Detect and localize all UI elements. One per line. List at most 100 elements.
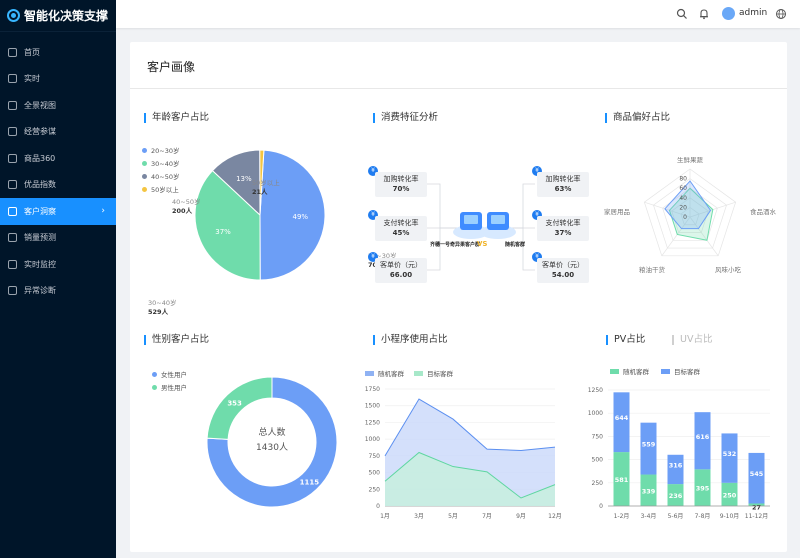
pref-radar-chart: 生鲜果蔬食品酒水风味小吃 粮油干货 家居用品 80 60 40 20 0 — [604, 157, 777, 274]
legend-item[interactable]: 目标客群 — [661, 366, 700, 376]
logo-icon — [7, 9, 20, 22]
x-tick-label: 7-8月 — [695, 513, 711, 520]
sidebar-item-4[interactable]: 商品360 — [0, 145, 116, 172]
legend-swatch — [610, 368, 619, 374]
legend-item[interactable]: 随机客群 — [365, 368, 404, 378]
pie-pct-label: 49% — [293, 213, 309, 221]
sidebar: 智能化决策支撑 首页实时全景视图经营参谋商品360 优品指数 客户洞察 › 销量预测实时… — [0, 0, 116, 558]
section-title-pref: 商品偏好占比 — [605, 113, 670, 123]
legend-swatch — [661, 368, 670, 374]
bar-value-label: 545 — [750, 470, 764, 478]
sidebar-item-label: 实时 — [24, 74, 40, 84]
sidebar-menu: 首页实时全景视图经营参谋商品360 优品指数 客户洞察 › 销量预测实时监控异常诊断 — [0, 39, 116, 304]
x-tick-label: 11-12月 — [745, 513, 768, 520]
legend-item[interactable]: 女性用户 — [152, 369, 187, 379]
bar-value-label: 532 — [723, 450, 737, 458]
sidebar-item-label: 异常诊断 — [24, 286, 56, 296]
tab-uv[interactable]: UV占比 — [672, 335, 712, 345]
sidebar-item-1[interactable]: 实时 — [0, 66, 116, 93]
sidebar-item-5[interactable]: 优品指数 — [0, 172, 116, 199]
y-tick-label: 1500 — [365, 403, 380, 410]
menu-icon — [8, 74, 17, 84]
x-tick-label: 3月 — [414, 513, 424, 520]
globe-icon[interactable] — [775, 8, 787, 20]
radar-tick: 60 — [679, 185, 687, 192]
pv-legend: 随机客群 目标客群 — [610, 366, 700, 379]
pie-outer-label: 40~50岁 — [172, 197, 201, 206]
legend-item[interactable]: 随机客群 — [610, 366, 649, 376]
bar-value-label: 250 — [723, 491, 737, 499]
bar-value-label: 644 — [615, 414, 629, 422]
radar-axis-label: 风味小吃 — [715, 265, 742, 274]
legend-dot — [142, 147, 147, 153]
donut-center-label: 总人数 — [258, 426, 285, 438]
right-group-icon-cube-top — [491, 215, 505, 224]
consume-comparison: ¥ 加购转化率 70% ¥ 支付转化率 45% ¥ 客单价（元） 66.00 ¥ 加购转化率 63% ¥… — [365, 160, 590, 300]
x-tick-label: 1-2月 — [614, 513, 630, 520]
age-pie-chart: 49%37%13%20~30岁701人30~40岁529人40~50岁200人5… — [148, 149, 397, 316]
x-tick-label: 7月 — [482, 513, 492, 520]
bar-value-label: 395 — [696, 485, 710, 493]
x-tick-label: 12月 — [548, 513, 562, 520]
legend-item[interactable]: 男性用户 — [152, 382, 187, 392]
legend-label: 男性用户 — [161, 384, 187, 392]
main-content: 客户画像 年龄客户占比 20~30岁 30~40岁 40~50岁 50岁以上 49% 3… — [130, 42, 787, 552]
x-tick-label: 9-10月 — [720, 513, 740, 520]
legend-item[interactable]: 目标客群 — [414, 368, 453, 378]
legend-label: 随机客群 — [378, 370, 404, 378]
bell-icon[interactable] — [698, 8, 710, 20]
connector-line — [510, 183, 535, 229]
pie-outer-count: 21人 — [252, 187, 268, 196]
sidebar-item-2[interactable]: 全景视图 — [0, 92, 116, 119]
gender-legend: 女性用户男性用户 — [152, 369, 187, 395]
y-tick-label: 1000 — [588, 410, 603, 417]
miniprog-area-chart: 0 250 500 750 1000 1250 1500 1750 1月 3月 5月 7月 9月 12月 — [365, 386, 562, 520]
avatar[interactable] — [722, 7, 735, 20]
sidebar-item-6[interactable]: 客户洞察 › — [0, 198, 116, 225]
app-logo[interactable]: 智能化决策支撑 — [0, 0, 116, 32]
top-header: admin — [116, 0, 800, 28]
pie-outer-label: 30~40岁 — [148, 298, 177, 307]
legend-dot — [142, 173, 147, 179]
y-tick-label: 1250 — [365, 419, 380, 426]
pie-pct-label: 13% — [236, 175, 252, 183]
legend-label: 目标客群 — [674, 368, 700, 376]
legend-swatch — [365, 370, 374, 376]
sidebar-item-label: 客户洞察 — [24, 206, 56, 216]
pv-bar-chart: 0 250 500 750 1000 1250 581 644 1-2月 339 559 3-4月 23… — [588, 387, 770, 520]
sidebar-item-label: 商品360 — [24, 153, 56, 163]
sidebar-item-label: 经营参谋 — [24, 127, 56, 137]
username[interactable]: admin — [739, 8, 767, 18]
legend-dot — [152, 384, 157, 390]
section-title-age: 年龄客户占比 — [144, 113, 209, 123]
sidebar-item-9[interactable]: 异常诊断 — [0, 278, 116, 305]
sidebar-item-3[interactable]: 经营参谋 — [0, 119, 116, 146]
divider — [130, 88, 787, 89]
tab-pv[interactable]: PV占比 — [606, 335, 645, 345]
y-tick-label: 0 — [599, 503, 603, 510]
y-tick-label: 500 — [592, 457, 604, 464]
radar-tick: 40 — [679, 195, 687, 202]
menu-icon — [8, 286, 17, 296]
bar-value-label: 581 — [615, 476, 629, 484]
y-tick-label: 250 — [369, 486, 381, 493]
radar-axis-label: 家居用品 — [604, 207, 630, 216]
y-tick-label: 1750 — [365, 386, 380, 393]
menu-icon — [8, 127, 17, 137]
sidebar-item-label: 全景视图 — [24, 100, 56, 110]
sidebar-item-7[interactable]: 销量预测 — [0, 225, 116, 252]
bar-value-label: 27 — [752, 503, 761, 511]
y-tick-label: 1250 — [588, 387, 603, 394]
legend-label: 随机客群 — [623, 368, 649, 376]
sidebar-item-label: 首页 — [24, 47, 40, 57]
radar-tick: 0 — [683, 214, 687, 221]
section-title-consume: 消费特征分析 — [373, 113, 438, 123]
sidebar-item-8[interactable]: 实时监控 — [0, 251, 116, 278]
sidebar-item-label: 实时监控 — [24, 259, 56, 269]
x-tick-label: 5-6月 — [668, 513, 684, 520]
connector-line — [427, 227, 457, 271]
vs-label: VS — [477, 240, 487, 248]
search-icon[interactable] — [676, 8, 688, 20]
radar-tick: 80 — [679, 176, 687, 183]
sidebar-item-0[interactable]: 首页 — [0, 39, 116, 66]
